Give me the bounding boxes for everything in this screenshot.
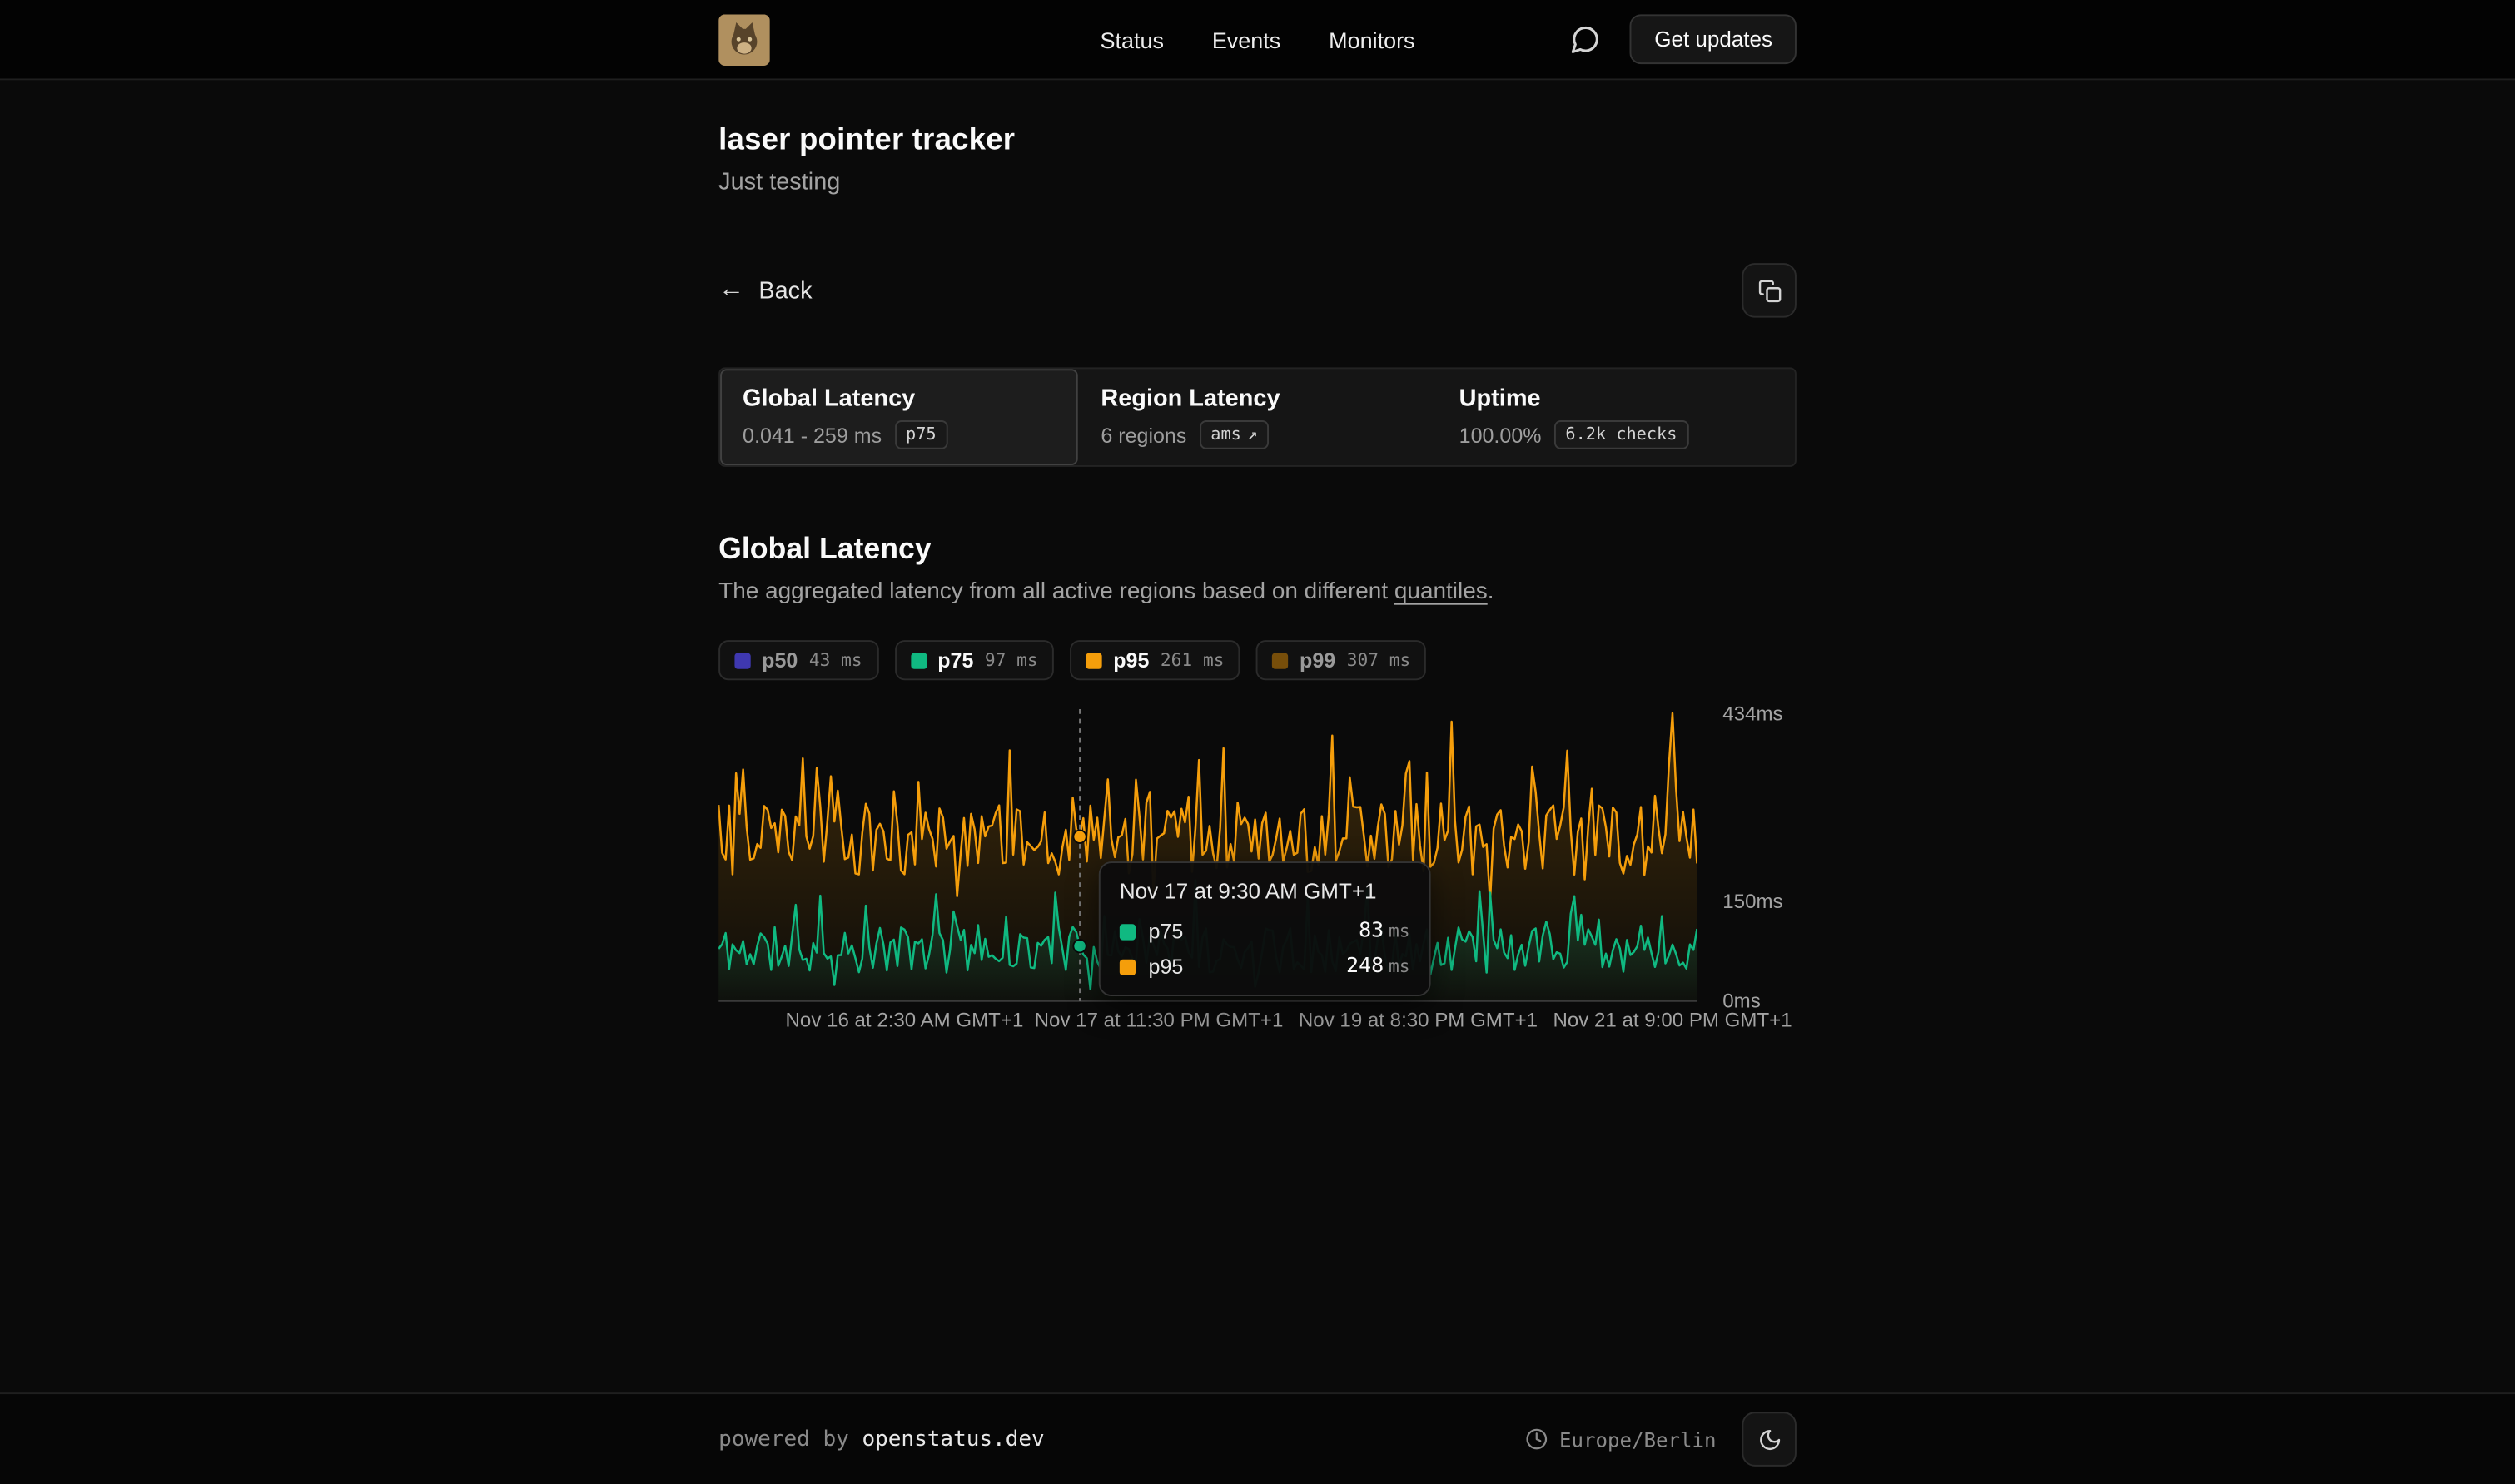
tab-title: Region Latency (1101, 385, 1414, 413)
tab-value: 6 regions (1101, 423, 1186, 447)
page-title: laser pointer tracker (718, 123, 1797, 158)
tooltip-timestamp: Nov 17 at 9:30 AM GMT+1 (1120, 879, 1410, 903)
x-axis-tick: Nov 17 at 11:30 PM GMT+1 (1035, 1009, 1284, 1031)
legend-p75[interactable]: p75 97 ms (894, 640, 1054, 680)
tooltip-row: p75 83ms (1120, 920, 1410, 944)
x-axis-tick: Nov 21 at 9:00 PM GMT+1 (1553, 1009, 1792, 1031)
section-description: The aggregated latency from all active r… (718, 579, 1797, 605)
legend-p99[interactable]: p99 307 ms (1256, 640, 1427, 680)
quantiles-link[interactable]: quantiles (1394, 579, 1488, 605)
back-link[interactable]: ← Back (718, 277, 812, 305)
tab-uptime[interactable]: Uptime 100.00% 6.2k checks (1437, 369, 1795, 465)
get-updates-button[interactable]: Get updates (1630, 14, 1797, 64)
metric-tabs: Global Latency 0.041 - 259 ms p75 Region… (718, 367, 1797, 467)
page-subtitle: Just testing (718, 168, 1797, 196)
timezone: Europe/Berlin (1526, 1427, 1717, 1452)
copy-button[interactable] (1742, 263, 1797, 318)
region-badge: ams ↗ (1200, 420, 1269, 449)
nav-link-status[interactable]: Status (1101, 27, 1164, 52)
checks-badge: 6.2k checks (1554, 420, 1688, 449)
p50-swatch (734, 653, 750, 668)
openstatus-link[interactable]: openstatus.dev (862, 1427, 1044, 1452)
y-axis-tick: 150ms (1722, 891, 1782, 913)
copy-icon (1757, 278, 1782, 302)
tab-global-latency[interactable]: Global Latency 0.041 - 259 ms p75 (720, 369, 1078, 465)
clock-icon (1526, 1428, 1548, 1451)
x-axis-tick: Nov 19 at 8:30 PM GMT+1 (1299, 1009, 1538, 1031)
x-axis-tick: Nov 16 at 2:30 AM GMT+1 (786, 1009, 1024, 1031)
moon-icon (1757, 1427, 1782, 1452)
tab-title: Global Latency (743, 385, 1056, 413)
tab-title: Uptime (1459, 385, 1772, 413)
x-axis: Nov 16 at 2:30 AM GMT+1 Nov 17 at 11:30 … (718, 1009, 1697, 1038)
arrow-left-icon: ← (718, 277, 744, 303)
trending-up-icon: ↗ (1248, 425, 1258, 444)
site-logo[interactable] (718, 13, 770, 65)
p75-badge: p75 (895, 420, 948, 449)
theme-toggle-button[interactable] (1742, 1412, 1797, 1467)
feedback-chat-button[interactable] (1563, 17, 1608, 62)
p95-swatch (1120, 959, 1136, 975)
legend-p95[interactable]: p95 261 ms (1070, 640, 1240, 680)
section-title: Global Latency (718, 531, 1797, 566)
p95-swatch (1086, 653, 1101, 668)
back-label: Back (758, 277, 812, 305)
footer: powered by openstatus.dev Europe/Berlin (0, 1392, 2515, 1484)
legend-p50[interactable]: p50 43 ms (718, 640, 878, 680)
nav-link-monitors[interactable]: Monitors (1329, 27, 1414, 52)
tab-region-latency[interactable]: Region Latency 6 regions ams ↗ (1078, 369, 1436, 465)
powered-by: powered by openstatus.dev (718, 1427, 1045, 1452)
tab-value: 0.041 - 259 ms (743, 423, 882, 447)
p75-swatch (1120, 923, 1136, 939)
nav-link-events[interactable]: Events (1212, 27, 1280, 52)
main-content: laser pointer tracker Just testing ← Bac… (0, 80, 2515, 1392)
tooltip-row: p95 248ms (1120, 955, 1410, 979)
cat-logo-image (718, 13, 770, 65)
nav-links: Status Events Monitors (1101, 27, 1415, 52)
tab-value: 100.00% (1459, 423, 1542, 447)
latency-chart[interactable]: 434ms 150ms 0ms Nov 16 at 2:30 AM GMT+1 … (718, 699, 1797, 1040)
p99-swatch (1272, 653, 1288, 668)
status-page: Status Events Monitors Get updates laser… (0, 0, 2515, 1484)
y-axis-tick: 434ms (1722, 702, 1782, 724)
p75-swatch (910, 653, 926, 668)
chat-bubble-icon (1570, 24, 1601, 55)
chart-tooltip: Nov 17 at 9:30 AM GMT+1 p75 83ms p95 248… (1099, 861, 1431, 996)
chart-legend: p50 43 ms p75 97 ms p95 261 ms p99 307 m… (718, 640, 1797, 680)
top-nav: Status Events Monitors Get updates (0, 0, 2515, 80)
